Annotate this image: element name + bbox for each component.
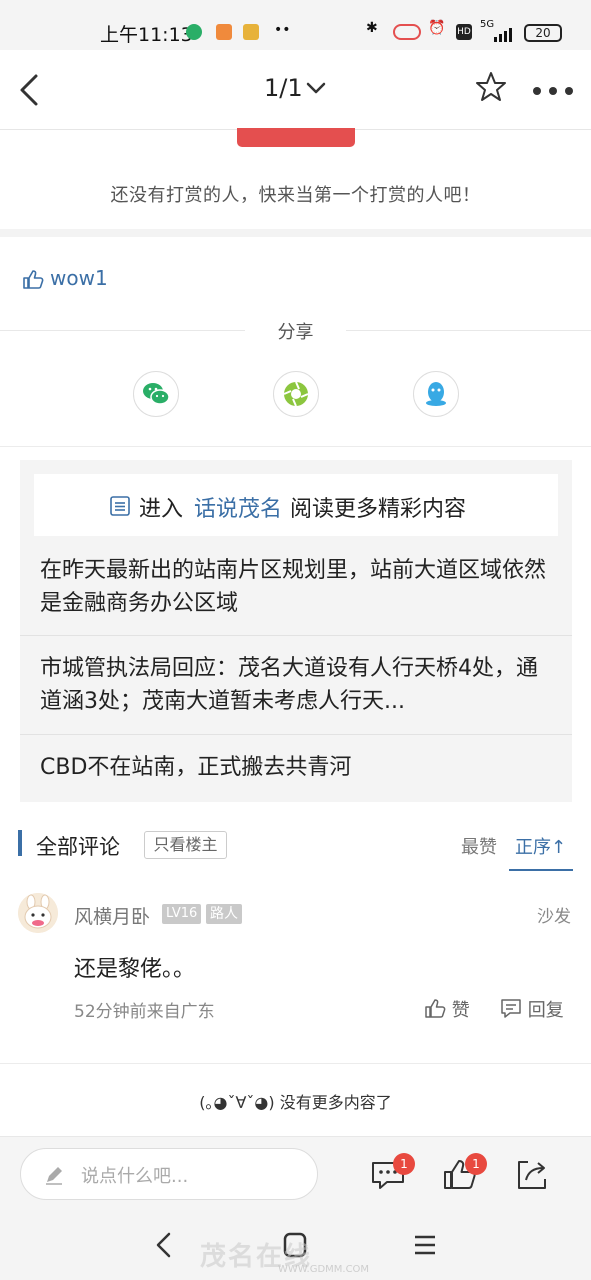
- pen-icon: [46, 1167, 62, 1185]
- comments-badge: 1: [393, 1153, 415, 1175]
- wechat-notification-icon: [186, 24, 202, 40]
- thumbs-up-icon: [425, 999, 446, 1018]
- no-more-content: (｡◕ˇ∀ˇ◕) 没有更多内容了: [199, 1093, 392, 1112]
- comment-meta: 52分钟前来自广东: [74, 1002, 215, 1022]
- forum-name-link[interactable]: 话说茂名: [194, 491, 282, 523]
- top-nav-bar: 1/1: [0, 50, 591, 130]
- level-badge: LV16: [162, 904, 202, 924]
- share-qq-button[interactable]: [413, 371, 459, 417]
- vpn-toggle-icon: [393, 24, 421, 40]
- share-wechat-button[interactable]: [133, 371, 179, 417]
- comment-like-label: 赞: [451, 1000, 470, 1021]
- signal-icon: [494, 28, 512, 42]
- only-op-button[interactable]: 只看楼主: [144, 831, 227, 859]
- enter-forum-link[interactable]: 进入 话说茂名 阅读更多精彩内容: [34, 474, 558, 536]
- tab-most-liked[interactable]: 最赞: [461, 833, 497, 859]
- enter-suffix: 阅读更多精彩内容: [290, 497, 467, 522]
- comment-input[interactable]: 说点什么吧...: [20, 1148, 318, 1200]
- share-icon[interactable]: [514, 1156, 550, 1192]
- system-menu-icon[interactable]: [413, 1234, 437, 1256]
- avatar[interactable]: [18, 893, 58, 933]
- bottom-action-bar: 说点什么吧... 1 1: [0, 1136, 591, 1210]
- reward-empty-text: 还没有打赏的人，快来当第一个打赏的人吧！: [110, 185, 481, 206]
- section-divider: [0, 446, 591, 447]
- qq-icon: [426, 382, 446, 406]
- thumbs-up-icon: [23, 270, 44, 289]
- status-time: 上午11:13: [100, 24, 193, 46]
- share-moments-button[interactable]: [273, 371, 319, 417]
- comments-title: 全部评论: [36, 835, 120, 859]
- comment-text: 还是黎佬。。: [74, 957, 196, 982]
- moments-icon: [283, 381, 309, 407]
- site-watermark-url: WWW.GDMM.COM: [278, 1264, 370, 1275]
- section-divider: [0, 1063, 591, 1064]
- enter-prefix: 进入: [139, 497, 184, 522]
- page-indicator[interactable]: 1/1: [264, 74, 303, 102]
- related-item[interactable]: CBD不在站南，正式搬去共青河: [20, 751, 572, 784]
- related-separator: [20, 734, 572, 735]
- battery-indicator: 20: [524, 24, 562, 42]
- more-options-icon[interactable]: [532, 86, 574, 96]
- list-icon: [110, 496, 130, 516]
- bluetooth-icon: ✱: [366, 20, 378, 36]
- reward-button[interactable]: [237, 128, 355, 147]
- comment-username[interactable]: 风横月卧: [74, 902, 150, 929]
- comment-reply-button[interactable]: 回复: [500, 996, 564, 1022]
- more-notifications-icon: ••: [274, 22, 291, 38]
- avatar-image: [18, 893, 58, 933]
- status-bar: 上午11:13 •• ✱ ⏰ HD 5G 20: [0, 0, 591, 50]
- share-divider-right: [346, 330, 591, 331]
- comment-reply-label: 回复: [527, 1000, 564, 1021]
- network-type: 5G: [480, 19, 495, 30]
- app-notification-icon-2: [243, 24, 259, 40]
- likes-badge: 1: [465, 1153, 487, 1175]
- chevron-down-icon[interactable]: [304, 76, 328, 100]
- favorite-star-icon[interactable]: [474, 70, 508, 104]
- reply-icon: [501, 999, 521, 1018]
- back-arrow-icon[interactable]: [16, 70, 44, 110]
- active-tab-underline: [509, 869, 573, 871]
- comment-input-placeholder: 说点什么吧...: [81, 1166, 189, 1187]
- app-notification-icon: [216, 24, 232, 40]
- related-item[interactable]: 市城管执法局回应：茂名大道设有人行天桥4处，通道涵3处；茂南大道暂未考虑人行天.…: [20, 652, 572, 718]
- hd-icon: HD: [456, 24, 472, 40]
- tab-order-asc[interactable]: 正序↑: [515, 833, 566, 859]
- section-separator: [0, 229, 591, 237]
- alarm-icon: ⏰: [428, 20, 446, 36]
- wechat-icon: [143, 383, 170, 405]
- role-badge: 路人: [206, 904, 242, 924]
- related-item[interactable]: 在昨天最新出的站南片区规划里，站前大道区域依然是金融商务办公区域: [20, 554, 572, 620]
- comments-accent-bar: [18, 830, 22, 856]
- related-posts: 进入 话说茂名 阅读更多精彩内容 在昨天最新出的站南片区规划里，站前大道区域依然…: [20, 460, 572, 802]
- like-user[interactable]: wow1: [50, 266, 108, 290]
- share-label: 分享: [277, 322, 314, 343]
- comment-like-button[interactable]: 赞: [424, 996, 470, 1022]
- system-back-icon[interactable]: [154, 1230, 174, 1260]
- related-separator: [20, 635, 572, 636]
- floor-label: 沙发: [537, 907, 571, 927]
